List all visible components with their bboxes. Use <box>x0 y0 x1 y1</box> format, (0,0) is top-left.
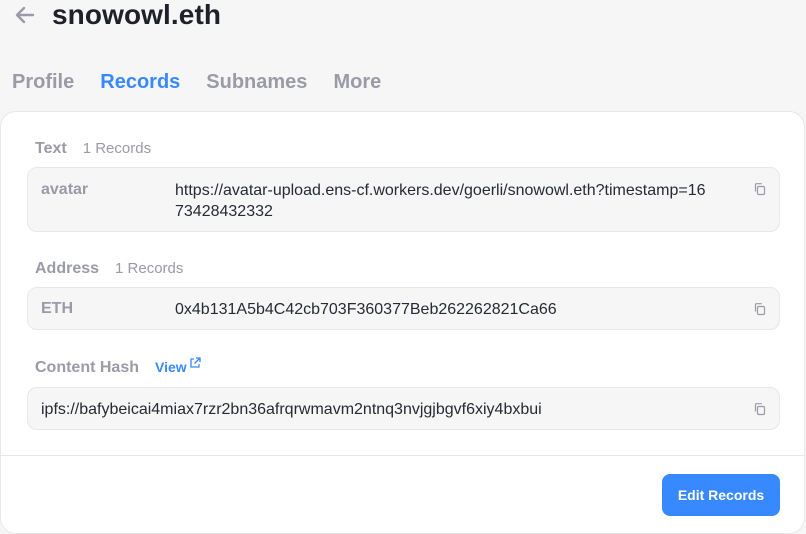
tab-records[interactable]: Records <box>100 68 180 96</box>
records-card: Text 1 Records avatar https://avatar-upl… <box>0 111 805 534</box>
view-link-label: View <box>155 359 187 375</box>
text-record-avatar: avatar https://avatar-upload.ens-cf.work… <box>27 167 780 232</box>
back-button[interactable] <box>12 2 38 28</box>
record-value-line-1: https://avatar-upload.ens-cf.workers.dev… <box>175 182 706 199</box>
arrow-left-icon <box>15 6 35 24</box>
record-value-line-2: 73428432332 <box>175 203 273 220</box>
copy-icon[interactable] <box>753 402 767 416</box>
copy-icon[interactable] <box>753 302 767 316</box>
address-record-eth: ETH 0x4b131A5b4C42cb703F360377Beb2622628… <box>27 287 780 330</box>
view-link[interactable]: View <box>155 357 202 375</box>
record-value[interactable]: https://avatar-upload.ens-cf.workers.dev… <box>175 180 705 222</box>
content-hash-section-title: Content Hash <box>35 359 139 376</box>
text-section-title: Text <box>35 140 67 157</box>
page-title: snowowl.eth <box>52 0 222 30</box>
address-section-header: Address 1 Records <box>35 260 183 278</box>
tab-profile[interactable]: Profile <box>12 68 74 96</box>
tab-subnames[interactable]: Subnames <box>206 68 307 96</box>
record-key: ETH <box>41 300 73 317</box>
address-section-title: Address <box>35 260 100 277</box>
record-key: avatar <box>41 181 89 198</box>
tab-more[interactable]: More <box>333 68 381 96</box>
page-header: snowowl.eth <box>12 0 221 30</box>
content-hash-value[interactable]: ipfs://bafybeicai4miax7rzr2bn36afrqrwmav… <box>41 399 542 420</box>
records-page: snowowl.eth Profile Records Subnames Mor… <box>0 0 806 534</box>
address-section-count: 1 Records <box>115 260 184 277</box>
text-section-count: 1 Records <box>82 140 152 157</box>
edit-records-button[interactable]: Edit Records <box>662 474 780 516</box>
external-link-icon <box>190 357 201 368</box>
content-hash-section-header: Content Hash View <box>35 357 202 377</box>
copy-icon[interactable] <box>753 182 767 196</box>
card-divider <box>1 455 804 456</box>
tab-bar: Profile Records Subnames More <box>12 68 407 96</box>
text-section-header: Text 1 Records <box>35 140 151 158</box>
record-value[interactable]: 0x4b131A5b4C42cb703F360377Beb262262821Ca… <box>175 299 557 320</box>
content-hash-record: ipfs://bafybeicai4miax7rzr2bn36afrqrwmav… <box>27 387 780 430</box>
